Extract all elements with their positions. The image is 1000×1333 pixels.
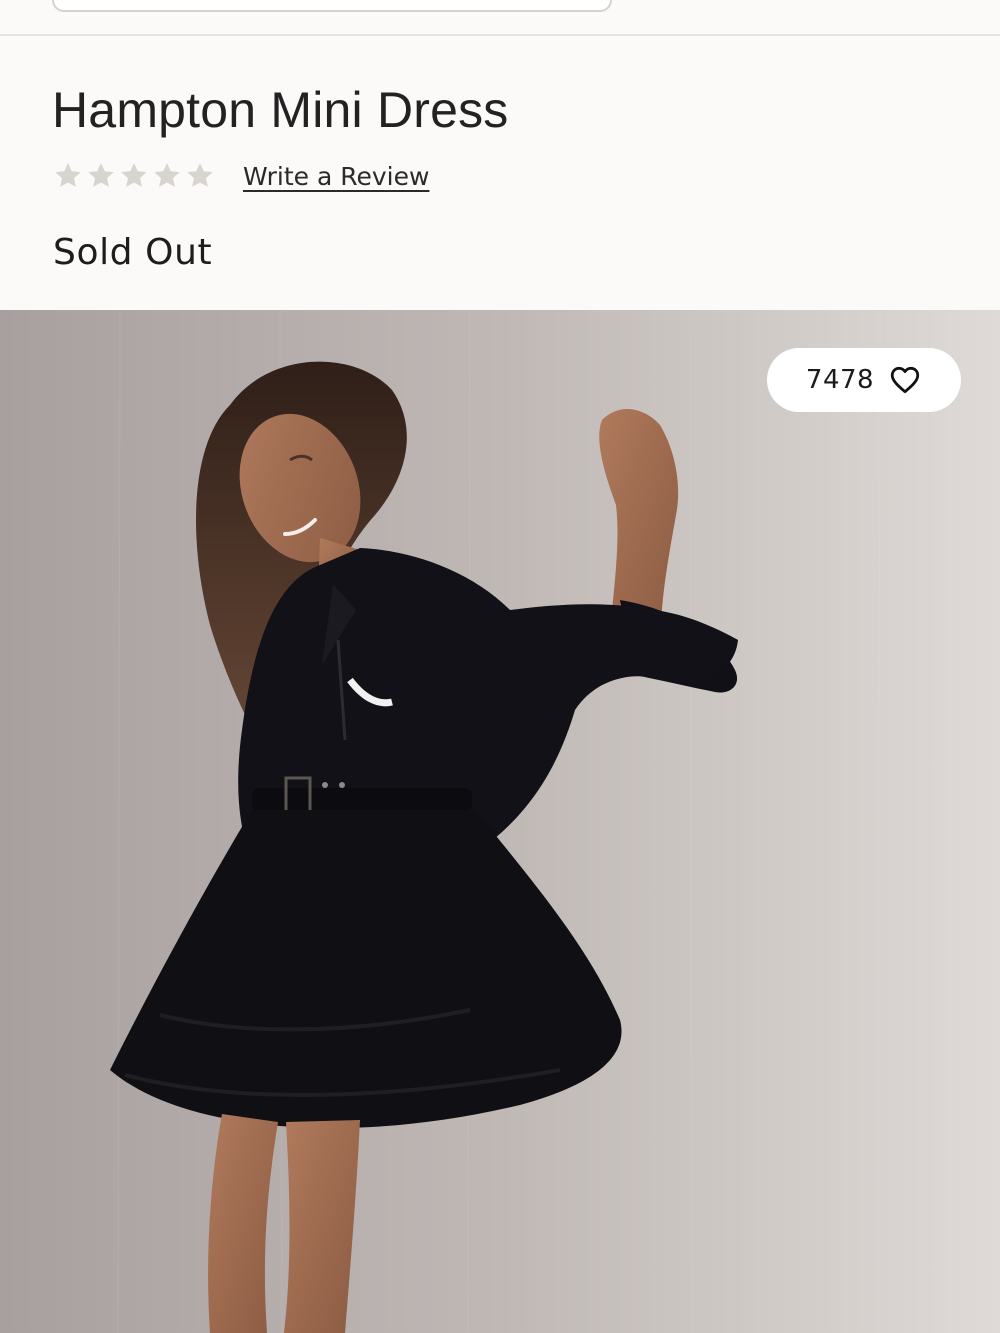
heart-icon <box>890 366 920 394</box>
star-icon <box>55 163 81 187</box>
product-title: Hampton Mini Dress <box>52 82 509 138</box>
rating-row: Write a Review <box>52 156 429 196</box>
search-bar[interactable] <box>52 0 612 12</box>
star-icon <box>187 163 213 187</box>
star-icon <box>154 163 180 187</box>
star-icon <box>88 163 114 187</box>
wishlist-count: 7478 <box>805 365 875 395</box>
star-rating <box>52 160 216 192</box>
star-icon <box>121 163 147 187</box>
model-photo <box>0 310 1000 1333</box>
write-review-link[interactable]: Write a Review <box>243 162 429 191</box>
wishlist-button[interactable]: 7478 <box>767 348 961 412</box>
product-summary: Hampton Mini Dress Write a Review Sold O… <box>0 36 1000 310</box>
product-image[interactable]: 7478 <box>0 310 1000 1333</box>
availability-status: Sold Out <box>53 232 213 273</box>
